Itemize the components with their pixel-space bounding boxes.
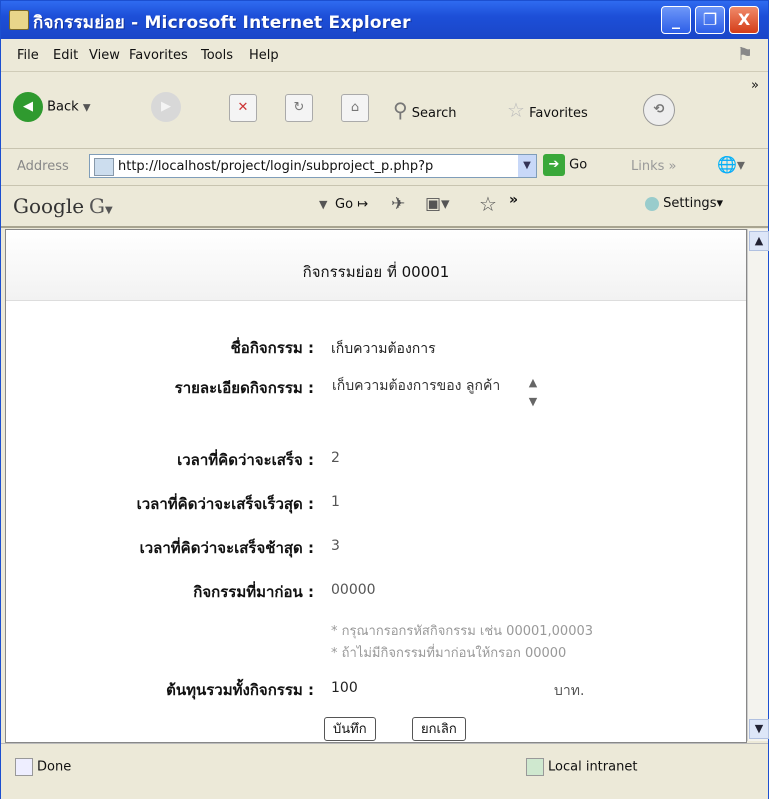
google-g-label: G <box>89 194 105 218</box>
google-search-dropdown-icon[interactable]: ▼ <box>319 198 327 211</box>
menu-bar: File Edit View Favorites Tools Help ⚑ <box>1 41 768 72</box>
pagerank-icon[interactable]: ✈ <box>391 194 405 214</box>
status-done: Done <box>15 758 71 776</box>
total-cost-label: ต้นทุนรวมทั้งกิจกรรม : <box>166 681 314 699</box>
settings-label: Settings <box>663 196 717 211</box>
links-label[interactable]: Links » <box>631 159 677 174</box>
expected-time-label: เวลาที่คิดว่าจะเสร็จ : <box>177 451 314 469</box>
address-dropdown-icon[interactable]: ▼ <box>518 155 536 177</box>
go-arrow-icon: ➔ <box>543 154 565 176</box>
history-button[interactable]: ⟲ <box>643 94 675 126</box>
page-title: กิจกรรมย่อย ที่ 00001 <box>302 263 450 281</box>
scroll-down-icon[interactable]: ▼ <box>749 719 769 739</box>
menu-file[interactable]: File <box>17 48 39 63</box>
menu-edit[interactable]: Edit <box>53 48 78 63</box>
page-header: กิจกรรมย่อย ที่ 00001 <box>6 230 746 301</box>
activity-detail-value: เก็บความต้องการของ ลูกค้า <box>332 378 501 394</box>
back-label: Back <box>47 99 79 115</box>
status-zone: Local intranet <box>526 758 637 776</box>
menu-view[interactable]: View <box>89 48 120 63</box>
ie-icon <box>9 10 29 30</box>
activity-name-value: เก็บความต้องการ <box>331 341 436 357</box>
intranet-icon <box>526 758 544 776</box>
predecessor-label: กิจกรรมที่มาก่อน : <box>193 583 314 601</box>
google-g-button[interactable]: G▼ <box>89 194 113 218</box>
pessimistic-time-value: 3 <box>331 538 340 554</box>
total-cost-value: 100 <box>331 680 358 696</box>
predecessor-value: 00000 <box>331 582 376 598</box>
stop-icon: ✕ <box>229 94 257 122</box>
title-bar: กิจกรรมย่อย - Microsoft Internet Explore… <box>1 1 768 39</box>
optimistic-time-value: 1 <box>331 494 340 510</box>
activity-name-label: ชื่อกิจกรรม : <box>230 339 314 357</box>
currency-label: บาท. <box>554 683 585 699</box>
popup-blocker-icon[interactable]: ▣▾ <box>425 194 450 214</box>
home-icon: ⌂ <box>341 94 369 122</box>
forward-button[interactable]: ▶ <box>151 92 181 122</box>
activity-detail-label: รายละเอียดกิจกรรม : <box>174 379 314 397</box>
forward-arrow-icon: ▶ <box>151 92 181 122</box>
status-bar: Done Local intranet <box>1 743 768 799</box>
links-text: Links <box>631 159 665 174</box>
back-button[interactable]: ◀ Back ▼ <box>13 92 91 122</box>
search-button[interactable]: ⚲ Search <box>393 98 456 122</box>
address-url: http://localhost/project/login/subprojec… <box>118 159 434 174</box>
menu-favorites[interactable]: Favorites <box>129 48 188 63</box>
minimize-button[interactable]: _ <box>661 6 691 34</box>
toolbar-more-button[interactable]: » <box>751 78 759 93</box>
google-go-button[interactable]: Go ↦ <box>335 197 368 212</box>
restore-button[interactable]: ❐ <box>695 6 725 34</box>
close-button[interactable]: X <box>729 6 759 34</box>
favorites-star-icon: ☆ <box>507 98 525 122</box>
back-arrow-icon: ◀ <box>13 92 43 122</box>
page-content: กิจกรรมย่อย ที่ 00001 ชื่อกิจกรรม : เก็บ… <box>5 229 747 743</box>
status-zone-text: Local intranet <box>548 759 638 775</box>
predecessor-hint-2: * ถ้าไม่มีกิจกรรมที่มาก่อนให้กรอก 00000 <box>331 646 567 661</box>
bookmark-star-icon[interactable]: ☆ <box>479 192 497 216</box>
predecessor-hint-1: * กรุณากรอกรหัสกิจกรรม เช่น 00001,00003 <box>331 624 594 639</box>
refresh-icon: ↻ <box>285 94 313 122</box>
page-icon <box>94 158 114 176</box>
google-go-label: Go <box>335 197 354 212</box>
textarea-scroll-up-icon[interactable]: ▲ <box>526 376 540 389</box>
pessimistic-time-label: เวลาที่คิดว่าจะเสร็จช้าสุด : <box>139 539 314 557</box>
back-dropdown-icon[interactable]: ▼ <box>83 103 91 114</box>
google-toolbar: Google G▼ ▼ Go ↦ ✈ ▣▾ ☆ » Settings▾ <box>1 186 768 228</box>
menu-help[interactable]: Help <box>249 48 279 63</box>
address-bar: Address http://localhost/project/login/s… <box>1 149 768 186</box>
scroll-up-icon[interactable]: ▲ <box>749 231 769 251</box>
page-done-icon <box>15 758 33 776</box>
expected-time-value: 2 <box>331 450 340 466</box>
search-label: Search <box>411 106 457 121</box>
textarea-scrollbar[interactable]: ▲ ▼ <box>526 368 540 420</box>
address-label: Address <box>17 159 69 174</box>
search-icon: ⚲ <box>393 98 408 122</box>
history-icon: ⟲ <box>643 94 675 126</box>
status-done-text: Done <box>37 759 72 775</box>
activity-detail-textarea[interactable]: เก็บความต้องการของ ลูกค้า ▲ ▼ <box>326 368 540 420</box>
optimistic-time-label: เวลาที่คิดว่าจะเสร็จเร็วสุด : <box>136 495 314 513</box>
translate-icon[interactable]: 🌐▾ <box>717 155 745 174</box>
textarea-scroll-down-icon[interactable]: ▼ <box>526 395 540 408</box>
refresh-button[interactable]: ↻ <box>285 94 313 122</box>
windows-flag-icon: ⚑ <box>736 44 754 65</box>
window-title: กิจกรรมย่อย - Microsoft Internet Explore… <box>33 13 411 33</box>
settings-icon <box>645 196 659 211</box>
google-logo: Google <box>13 194 85 218</box>
page-scrollbar[interactable]: ▲ ▼ <box>747 229 769 741</box>
google-more-button[interactable]: » <box>509 192 518 208</box>
go-label: Go <box>569 157 588 173</box>
stop-button[interactable]: ✕ <box>229 94 257 122</box>
address-input[interactable]: http://localhost/project/login/subprojec… <box>89 154 537 178</box>
go-button[interactable]: ➔ Go <box>543 154 587 176</box>
browser-window: กิจกรรมย่อย - Microsoft Internet Explore… <box>0 0 769 799</box>
save-button[interactable]: บันทึก <box>324 717 376 741</box>
favorites-button[interactable]: ☆ Favorites <box>507 98 588 122</box>
home-button[interactable]: ⌂ <box>341 94 369 122</box>
cancel-button[interactable]: ยกเลิก <box>412 717 466 741</box>
google-settings-button[interactable]: Settings▾ <box>645 196 723 211</box>
standard-toolbar: ◀ Back ▼ ▶ ✕ ↻ ⌂ ⚲ Search ☆ Favorites ⟲ … <box>1 72 768 149</box>
favorites-label: Favorites <box>529 106 588 121</box>
menu-tools[interactable]: Tools <box>201 48 233 63</box>
